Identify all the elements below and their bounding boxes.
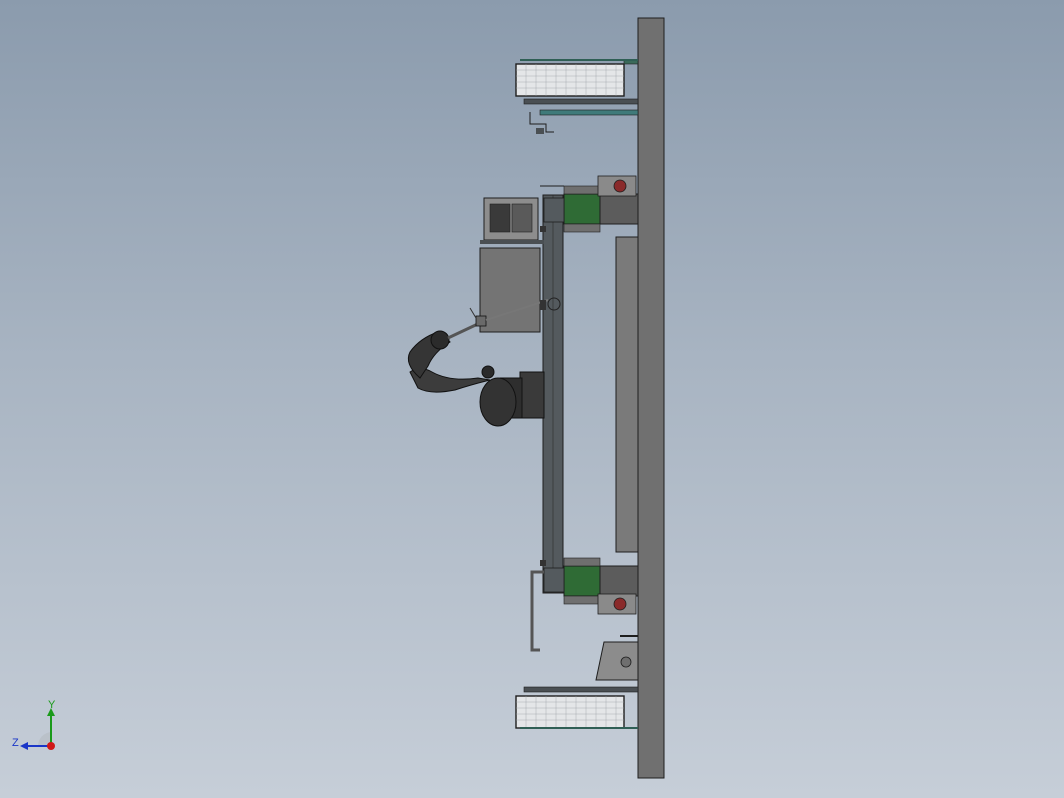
coordinate-triad: Y Z <box>12 699 56 750</box>
top-safety-fence[interactable] <box>515 59 639 134</box>
guide-platform[interactable] <box>615 236 639 553</box>
y-axis-label: Y <box>48 699 56 711</box>
graphics-viewport[interactable]: Y Z <box>0 0 1064 798</box>
bottom-fixture-bracket[interactable] <box>595 635 639 681</box>
cad-model-side-view[interactable] <box>0 0 1064 798</box>
base-plate[interactable] <box>637 17 665 779</box>
z-axis-label: Z <box>12 737 19 749</box>
bottom-safety-fence[interactable] <box>515 686 639 729</box>
x-axis-dot <box>47 742 55 750</box>
